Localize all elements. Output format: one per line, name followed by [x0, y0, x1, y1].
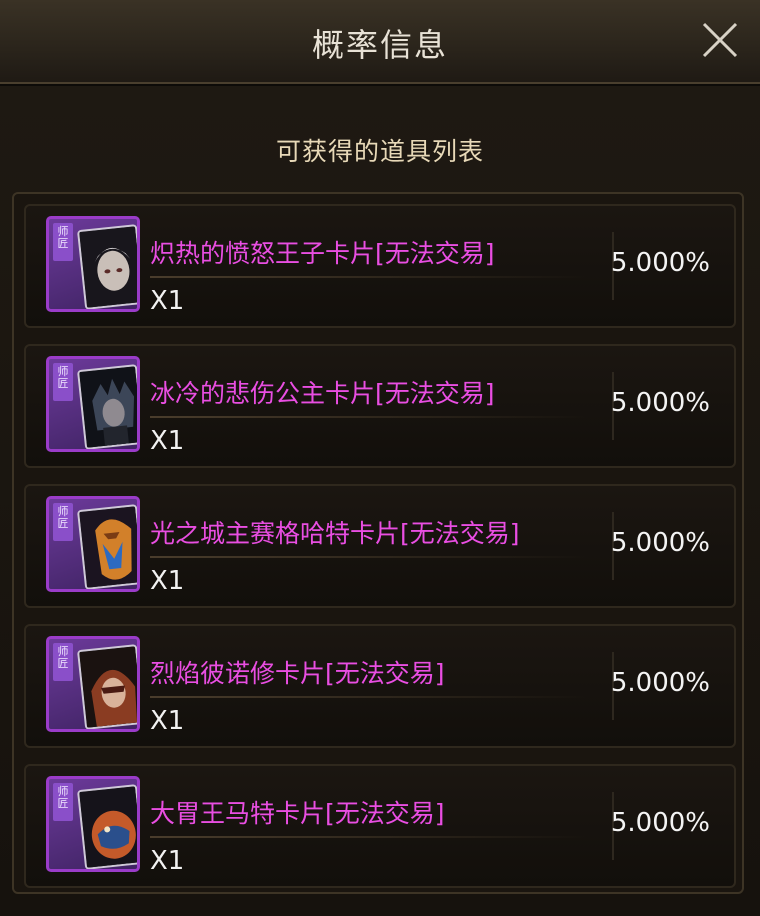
item-list-heading: 可获得的道具列表 [275, 137, 484, 166]
divider [150, 836, 590, 838]
item-card-icon[interactable]: 师匠 [46, 216, 140, 312]
list-item[interactable]: 师匠 炽热的愤怒王子卡片[无法交易] X1 5.000% [24, 204, 736, 328]
item-name: 大胃王马特卡片[无法交易] [150, 799, 445, 828]
list-item[interactable]: 师匠 冰冷的悲伤公主卡片[无法交易] X1 5.000% [24, 344, 736, 468]
list-item[interactable]: 师匠 烈焰彼诺修卡片[无法交易] X1 5.000% [24, 624, 736, 748]
probability-panel: 可获得的道具列表 师匠 炽热的愤怒王子卡片[无法交易] X1 5.000% 师匠… [0, 86, 760, 916]
card-art [76, 504, 137, 589]
rarity-tag: 师匠 [53, 363, 73, 401]
item-probability: 5.000% [610, 528, 710, 558]
item-probability: 5.000% [610, 388, 710, 418]
divider [150, 696, 590, 698]
rarity-tag: 师匠 [53, 503, 73, 541]
card-art [76, 224, 137, 309]
item-quantity: X1 [150, 846, 185, 876]
item-name: 烈焰彼诺修卡片[无法交易] [150, 659, 445, 688]
list-item[interactable]: 师匠 大胃王马特卡片[无法交易] X1 5.000% [24, 764, 736, 888]
rarity-tag: 师匠 [53, 223, 73, 261]
item-name: 光之城主赛格哈特卡片[无法交易] [150, 519, 520, 548]
item-card-icon[interactable]: 师匠 [46, 776, 140, 872]
rarity-tag: 师匠 [53, 643, 73, 681]
close-icon[interactable] [698, 18, 742, 62]
card-art [76, 784, 137, 869]
item-name: 炽热的愤怒王子卡片[无法交易] [150, 239, 495, 268]
item-card-icon[interactable]: 师匠 [46, 356, 140, 452]
item-quantity: X1 [150, 706, 185, 736]
item-card-icon[interactable]: 师匠 [46, 496, 140, 592]
item-probability: 5.000% [610, 248, 710, 278]
card-art [76, 644, 137, 729]
card-art [76, 364, 137, 449]
item-list[interactable]: 师匠 炽热的愤怒王子卡片[无法交易] X1 5.000% 师匠 冰冷的悲伤公主卡… [12, 192, 744, 894]
divider [150, 276, 590, 278]
dialog-header: 概率信息 [0, 0, 760, 84]
divider [150, 556, 590, 558]
dialog-title: 概率信息 [311, 26, 448, 64]
item-card-icon[interactable]: 师匠 [46, 636, 140, 732]
item-quantity: X1 [150, 566, 185, 596]
list-item[interactable]: 师匠 光之城主赛格哈特卡片[无法交易] X1 5.000% [24, 484, 736, 608]
item-quantity: X1 [150, 426, 185, 456]
item-probability: 5.000% [610, 808, 710, 838]
item-name: 冰冷的悲伤公主卡片[无法交易] [150, 379, 495, 408]
item-probability: 5.000% [610, 668, 710, 698]
divider [150, 416, 590, 418]
item-quantity: X1 [150, 286, 185, 316]
rarity-tag: 师匠 [53, 783, 73, 821]
